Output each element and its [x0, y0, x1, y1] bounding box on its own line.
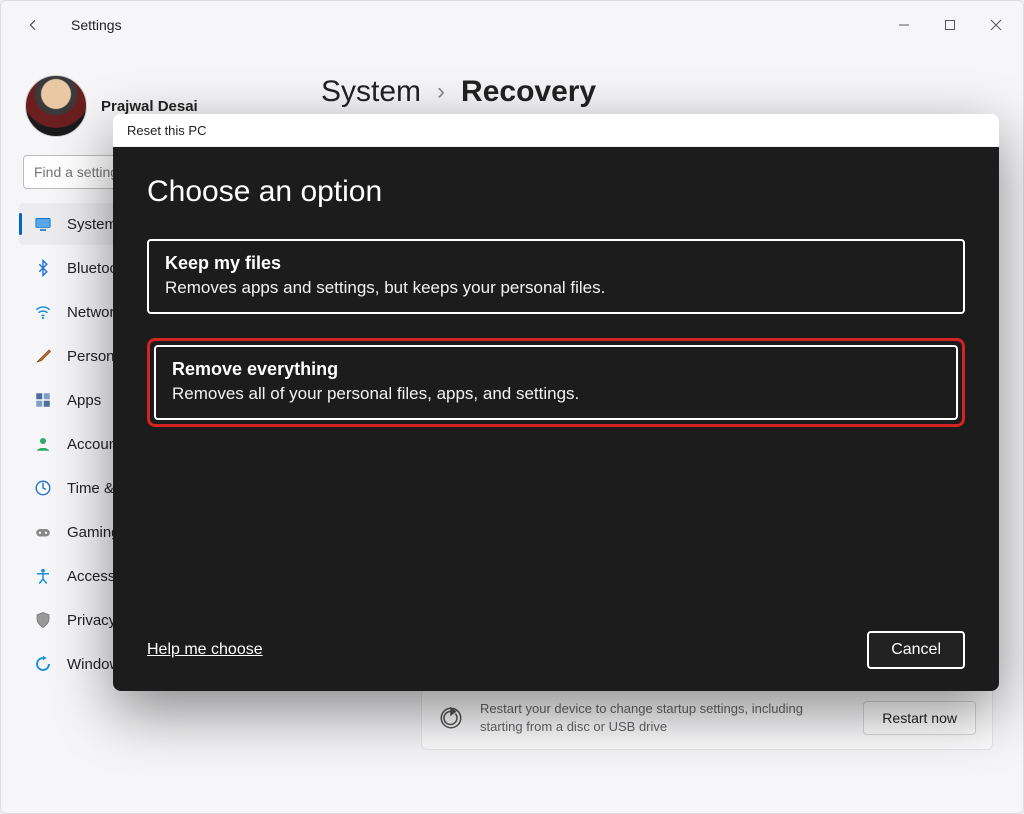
sidebar-item-label: System [67, 216, 117, 233]
system-icon [33, 214, 53, 234]
option-title: Keep my files [165, 253, 947, 274]
dialog-title: Reset this PC [113, 114, 999, 147]
brush-icon [33, 346, 53, 366]
dialog-heading: Choose an option [147, 175, 965, 209]
window-maximize-button[interactable] [927, 9, 973, 41]
back-button[interactable] [13, 5, 53, 45]
sidebar-item-label: Apps [67, 392, 101, 409]
update-icon [33, 654, 53, 674]
profile-name: Prajwal Desai [101, 98, 198, 115]
accessibility-icon [33, 566, 53, 586]
sidebar-item-label: Gaming [67, 524, 120, 541]
help-me-choose-link[interactable]: Help me choose [147, 641, 263, 659]
advanced-startup-desc: Restart your device to change startup se… [480, 700, 847, 735]
option-remove-everything[interactable]: Remove everything Removes all of your pe… [154, 345, 958, 420]
reset-pc-dialog: Reset this PC Choose an option Keep my f… [113, 114, 999, 691]
window-minimize-button[interactable] [881, 9, 927, 41]
bluetooth-icon [33, 258, 53, 278]
breadcrumb-current: Recovery [461, 75, 596, 109]
cancel-button[interactable]: Cancel [867, 631, 965, 669]
breadcrumb-root[interactable]: System [321, 75, 421, 109]
option-title: Remove everything [172, 359, 940, 380]
apps-icon [33, 390, 53, 410]
option-desc: Removes all of your personal files, apps… [172, 384, 940, 404]
option-keep-my-files[interactable]: Keep my files Removes apps and settings,… [147, 239, 965, 314]
option-desc: Removes apps and settings, but keeps you… [165, 278, 947, 298]
wifi-icon [33, 302, 53, 322]
window-close-button[interactable] [973, 9, 1019, 41]
shield-icon [33, 610, 53, 630]
advanced-startup-card: Restart your device to change startup se… [421, 685, 993, 750]
restart-now-button[interactable]: Restart now [863, 701, 976, 735]
accounts-icon [33, 434, 53, 454]
app-title: Settings [71, 17, 122, 33]
avatar [25, 75, 87, 137]
breadcrumb: System › Recovery [321, 75, 999, 109]
globe-clock-icon [33, 478, 53, 498]
gaming-icon [33, 522, 53, 542]
restart-icon [438, 705, 464, 731]
chevron-right-icon: › [437, 78, 445, 106]
highlighted-option: Remove everything Removes all of your pe… [147, 338, 965, 427]
